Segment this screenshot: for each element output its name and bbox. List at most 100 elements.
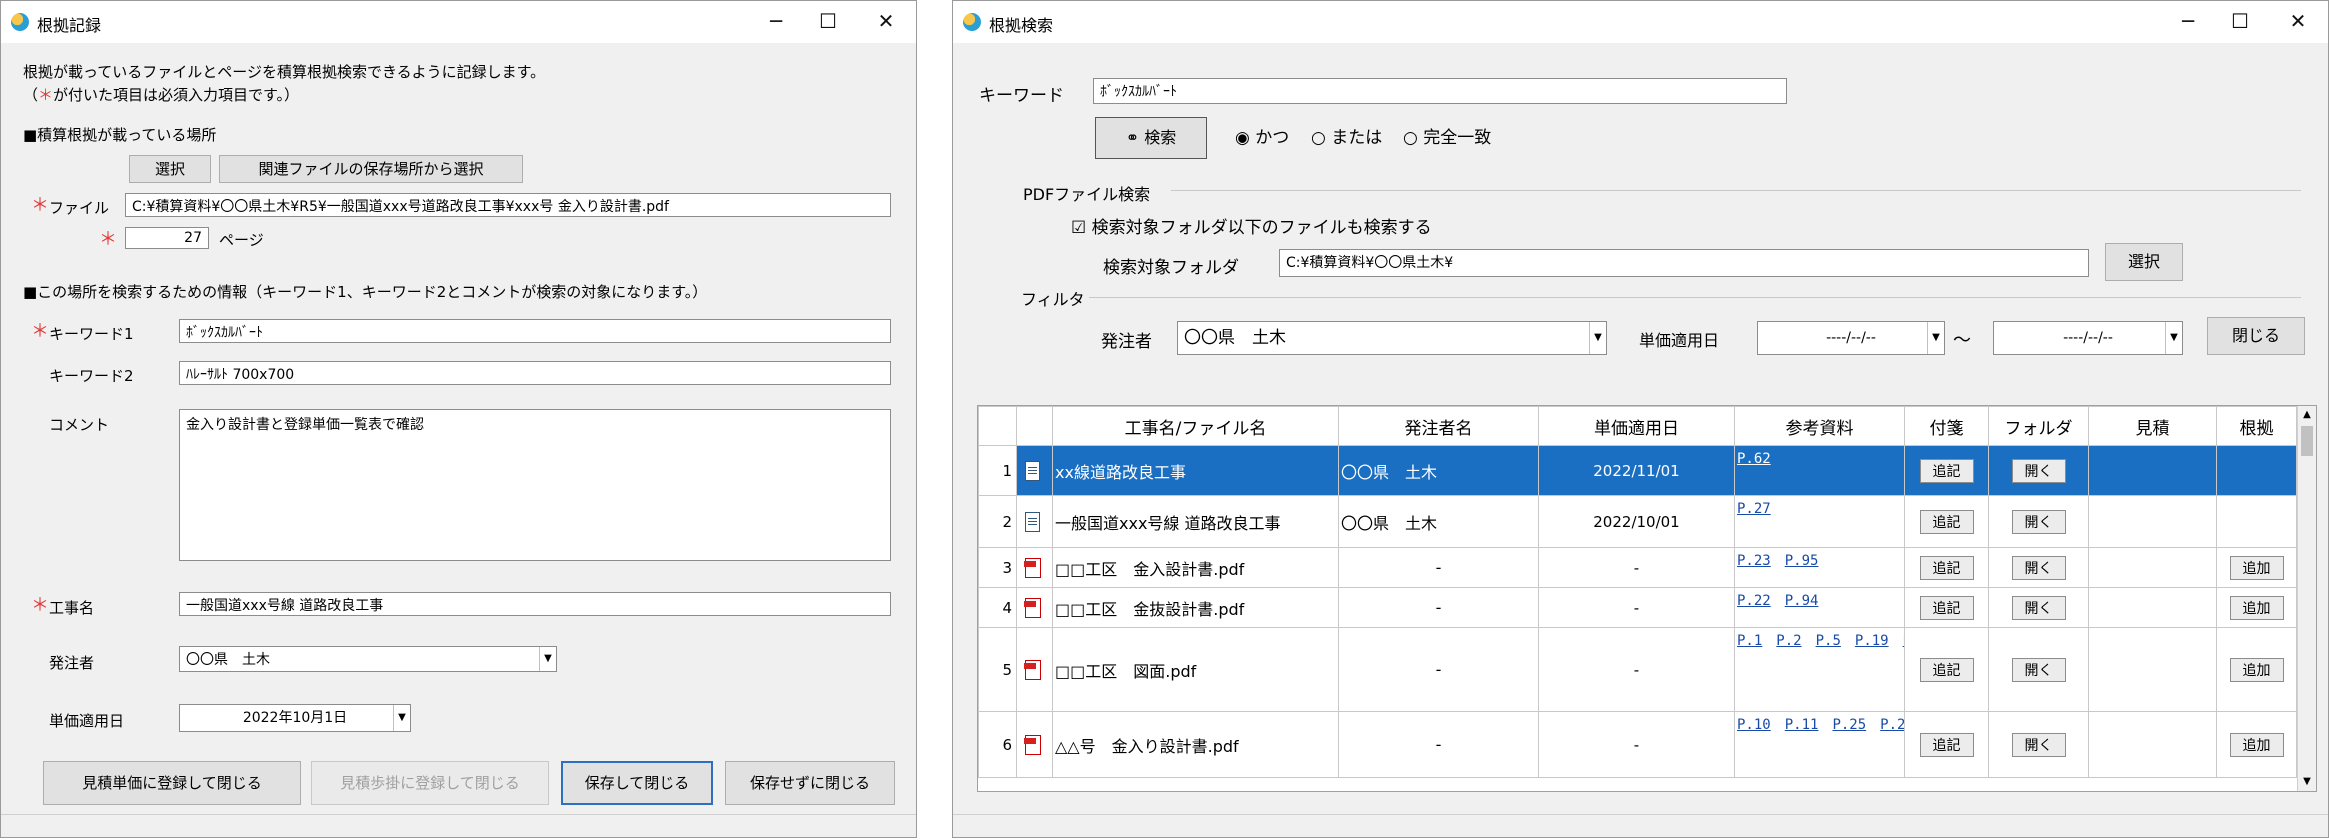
filter-label: フィルタ [1021,290,1085,309]
append-note-button[interactable]: 追記 [1919,555,1974,580]
search-folder-field[interactable]: C:¥積算資料¥〇〇県土木¥ [1279,249,2089,277]
close-without-saving-button[interactable]: 保存せずに閉じる [725,761,895,805]
reference-page-link[interactable]: P.10 [1737,717,1771,733]
reference-page-link[interactable]: P.62 [1737,451,1771,467]
chevron-down-icon[interactable]: ▼ [393,705,410,731]
header-icon [1016,406,1053,446]
reference-page-link[interactable]: P.11 [1785,717,1819,733]
chevron-down-icon[interactable]: ▼ [2165,322,2182,354]
scroll-down-icon[interactable]: ▼ [2298,773,2316,791]
column-header-name[interactable]: 工事名/ファイル名 [1052,406,1339,446]
reference-page-link[interactable]: P.5 [1816,633,1841,649]
select-related-folder-button[interactable]: 関連ファイルの保存場所から選択 [219,155,523,183]
page-number-field[interactable]: 27 [125,227,209,249]
open-folder-button[interactable]: 開く [2011,555,2066,580]
maximize-icon[interactable]: ☐ [2217,5,2263,37]
select-file-button[interactable]: 選択 [129,155,211,183]
add-evidence-button[interactable]: 追加 [2229,555,2284,580]
chevron-down-icon[interactable]: ▼ [1927,322,1944,354]
scroll-up-icon[interactable]: ▲ [2298,406,2316,424]
unit-date-cell: - [1538,711,1735,778]
orderer-cell: - [1338,587,1539,628]
table-row[interactable]: 2 一般国道xxx号線 道路改良工事 〇〇県 土木 2022/10/01 P.27 追記 開… [978,495,2297,548]
append-note-button[interactable]: 追記 [1919,732,1974,757]
comment-textarea[interactable]: 金入り設計書と登録単価一覧表で確認 [179,409,891,561]
orderer-select[interactable]: 〇〇県 土木 ▼ [179,646,557,672]
reference-page-link[interactable]: P.23 [1737,553,1771,569]
reference-page-link[interactable]: P.27 [1737,501,1771,517]
project-name-cell[interactable]: 一般国道xxx号線 道路改良工事 [1052,495,1339,548]
subfolder-checkbox[interactable]: ☑ 検索対象フォルダ以下のファイルも検索する [1071,213,1432,238]
project-name-cell[interactable]: xx線道路改良工事 [1052,445,1339,496]
close-icon[interactable]: ✕ [2275,5,2321,37]
scroll-thumb[interactable] [2301,426,2313,456]
keyword2-field[interactable]: ﾊﾚｰｻﾙﾄ 700x700 [179,361,891,385]
description-line1: 根拠が載っているファイルとページを積算根拠検索できるように記録します。 [23,63,546,81]
chevron-down-icon[interactable]: ▼ [1589,322,1606,354]
reference-page-link[interactable]: P.1 [1737,633,1762,649]
minimize-icon[interactable]: ─ [2165,5,2211,37]
column-header-estimate[interactable]: 見積 [2088,406,2217,446]
close-icon[interactable]: ✕ [863,5,909,37]
radio-exact[interactable]: ○ 完全一致 [1403,123,1491,148]
open-folder-button[interactable]: 開く [2011,595,2066,620]
table-row[interactable]: 4 □□工区 金抜設計書.pdf - - P.22 P.94 追記 開く 追加 [978,587,2297,628]
radio-and[interactable]: ◉ かつ [1235,123,1289,148]
project-name-cell[interactable]: □□工区 図面.pdf [1052,627,1339,712]
header-rownum [978,406,1017,446]
open-folder-button[interactable]: 開く [2011,458,2066,483]
reference-page-link[interactable]: P.26 [1880,717,1903,733]
minimize-icon[interactable]: ─ [753,5,799,37]
reference-page-link[interactable]: P.19 [1855,633,1889,649]
append-note-button[interactable]: 追記 [1919,458,1974,483]
open-folder-button[interactable]: 開く [2011,732,2066,757]
reference-page-link[interactable]: P.2 [1776,633,1801,649]
table-row[interactable]: 1 xx線道路改良工事 〇〇県 土木 2022/11/01 P.62 追記 開く [978,445,2297,496]
reference-page-link[interactable]: P.94 [1785,593,1819,609]
search-button[interactable]: ⚭ 検索 [1095,117,1207,159]
project-name-cell[interactable]: □□工区 金抜設計書.pdf [1052,587,1339,628]
file-path-field[interactable]: C:¥積算資料¥〇〇県土木¥R5¥一般国道xxx号道路改良工事¥xxx号 金入り… [125,193,891,217]
table-row[interactable]: 3 □□工区 金入設計書.pdf - - P.23 P.95 追記 開く 追加 [978,547,2297,588]
orderer-select[interactable]: 〇〇県 土木 ▼ [1177,321,1607,355]
column-header-date[interactable]: 単価適用日 [1538,406,1735,446]
append-note-button[interactable]: 追記 [1919,509,1974,534]
add-evidence-button[interactable]: 追加 [2229,732,2284,757]
register-estimate-step-button[interactable]: 見積歩掛に登録して閉じる [311,761,549,805]
append-note-button[interactable]: 追記 [1919,657,1974,682]
keyword-field[interactable]: ﾎﾞｯｸｽｶﾙﾊﾞｰﾄ [1093,78,1787,104]
column-header-references[interactable]: 参考資料 [1734,406,1905,446]
add-evidence-button[interactable]: 追加 [2229,595,2284,620]
column-header-evidence[interactable]: 根拠 [2216,406,2297,446]
column-header-orderer[interactable]: 発注者名 [1338,406,1539,446]
sticky-cell: 追記 [1904,587,1989,628]
vertical-scrollbar[interactable]: ▲ ▼ [2297,406,2316,791]
radio-or[interactable]: ○ または [1311,123,1382,148]
reference-page-link[interactable]: P.95 [1785,553,1819,569]
chevron-down-icon[interactable]: ▼ [539,647,556,671]
keyword1-field[interactable]: ﾎﾞｯｸｽｶﾙﾊﾞｰﾄ [179,319,891,343]
keyword2-label: キーワード2 [49,367,134,385]
project-name-field[interactable]: 一般国道xxx号線 道路改良工事 [179,592,891,616]
close-button[interactable]: 閉じる [2207,317,2305,355]
column-header-sticky[interactable]: 付箋 [1904,406,1989,446]
open-folder-button[interactable]: 開く [2011,657,2066,682]
register-estimate-price-button[interactable]: 見積単価に登録して閉じる [43,761,301,805]
column-header-folder[interactable]: フォルダ [1988,406,2089,446]
project-name-cell[interactable]: □□工区 金入設計書.pdf [1052,547,1339,588]
table-row[interactable]: 5□□工区 図面.pdf--P.1P.2P.5P.19P.26P.27P.30P… [978,627,2297,712]
maximize-icon[interactable]: ☐ [805,5,851,37]
reference-page-link[interactable]: P.22 [1737,593,1771,609]
project-name-cell[interactable]: △△号 金入り設計書.pdf [1052,711,1339,778]
row-number: 2 [978,495,1017,548]
table-row[interactable]: 6△△号 金入り設計書.pdf--P.10P.11P.25P.26P.27P.2… [978,711,2297,778]
unit-date-picker[interactable]: 2022年10月1日 ▼ [179,704,411,732]
save-and-close-button[interactable]: 保存して閉じる [561,761,713,805]
append-note-button[interactable]: 追記 [1919,595,1974,620]
reference-page-link[interactable]: P.25 [1832,717,1866,733]
open-folder-button[interactable]: 開く [2011,509,2066,534]
folder-select-button[interactable]: 選択 [2105,243,2183,281]
date-to-picker[interactable]: ----/--/-- ▼ [1993,321,2183,355]
add-evidence-button[interactable]: 追加 [2229,657,2284,682]
date-from-picker[interactable]: ----/--/-- ▼ [1757,321,1945,355]
